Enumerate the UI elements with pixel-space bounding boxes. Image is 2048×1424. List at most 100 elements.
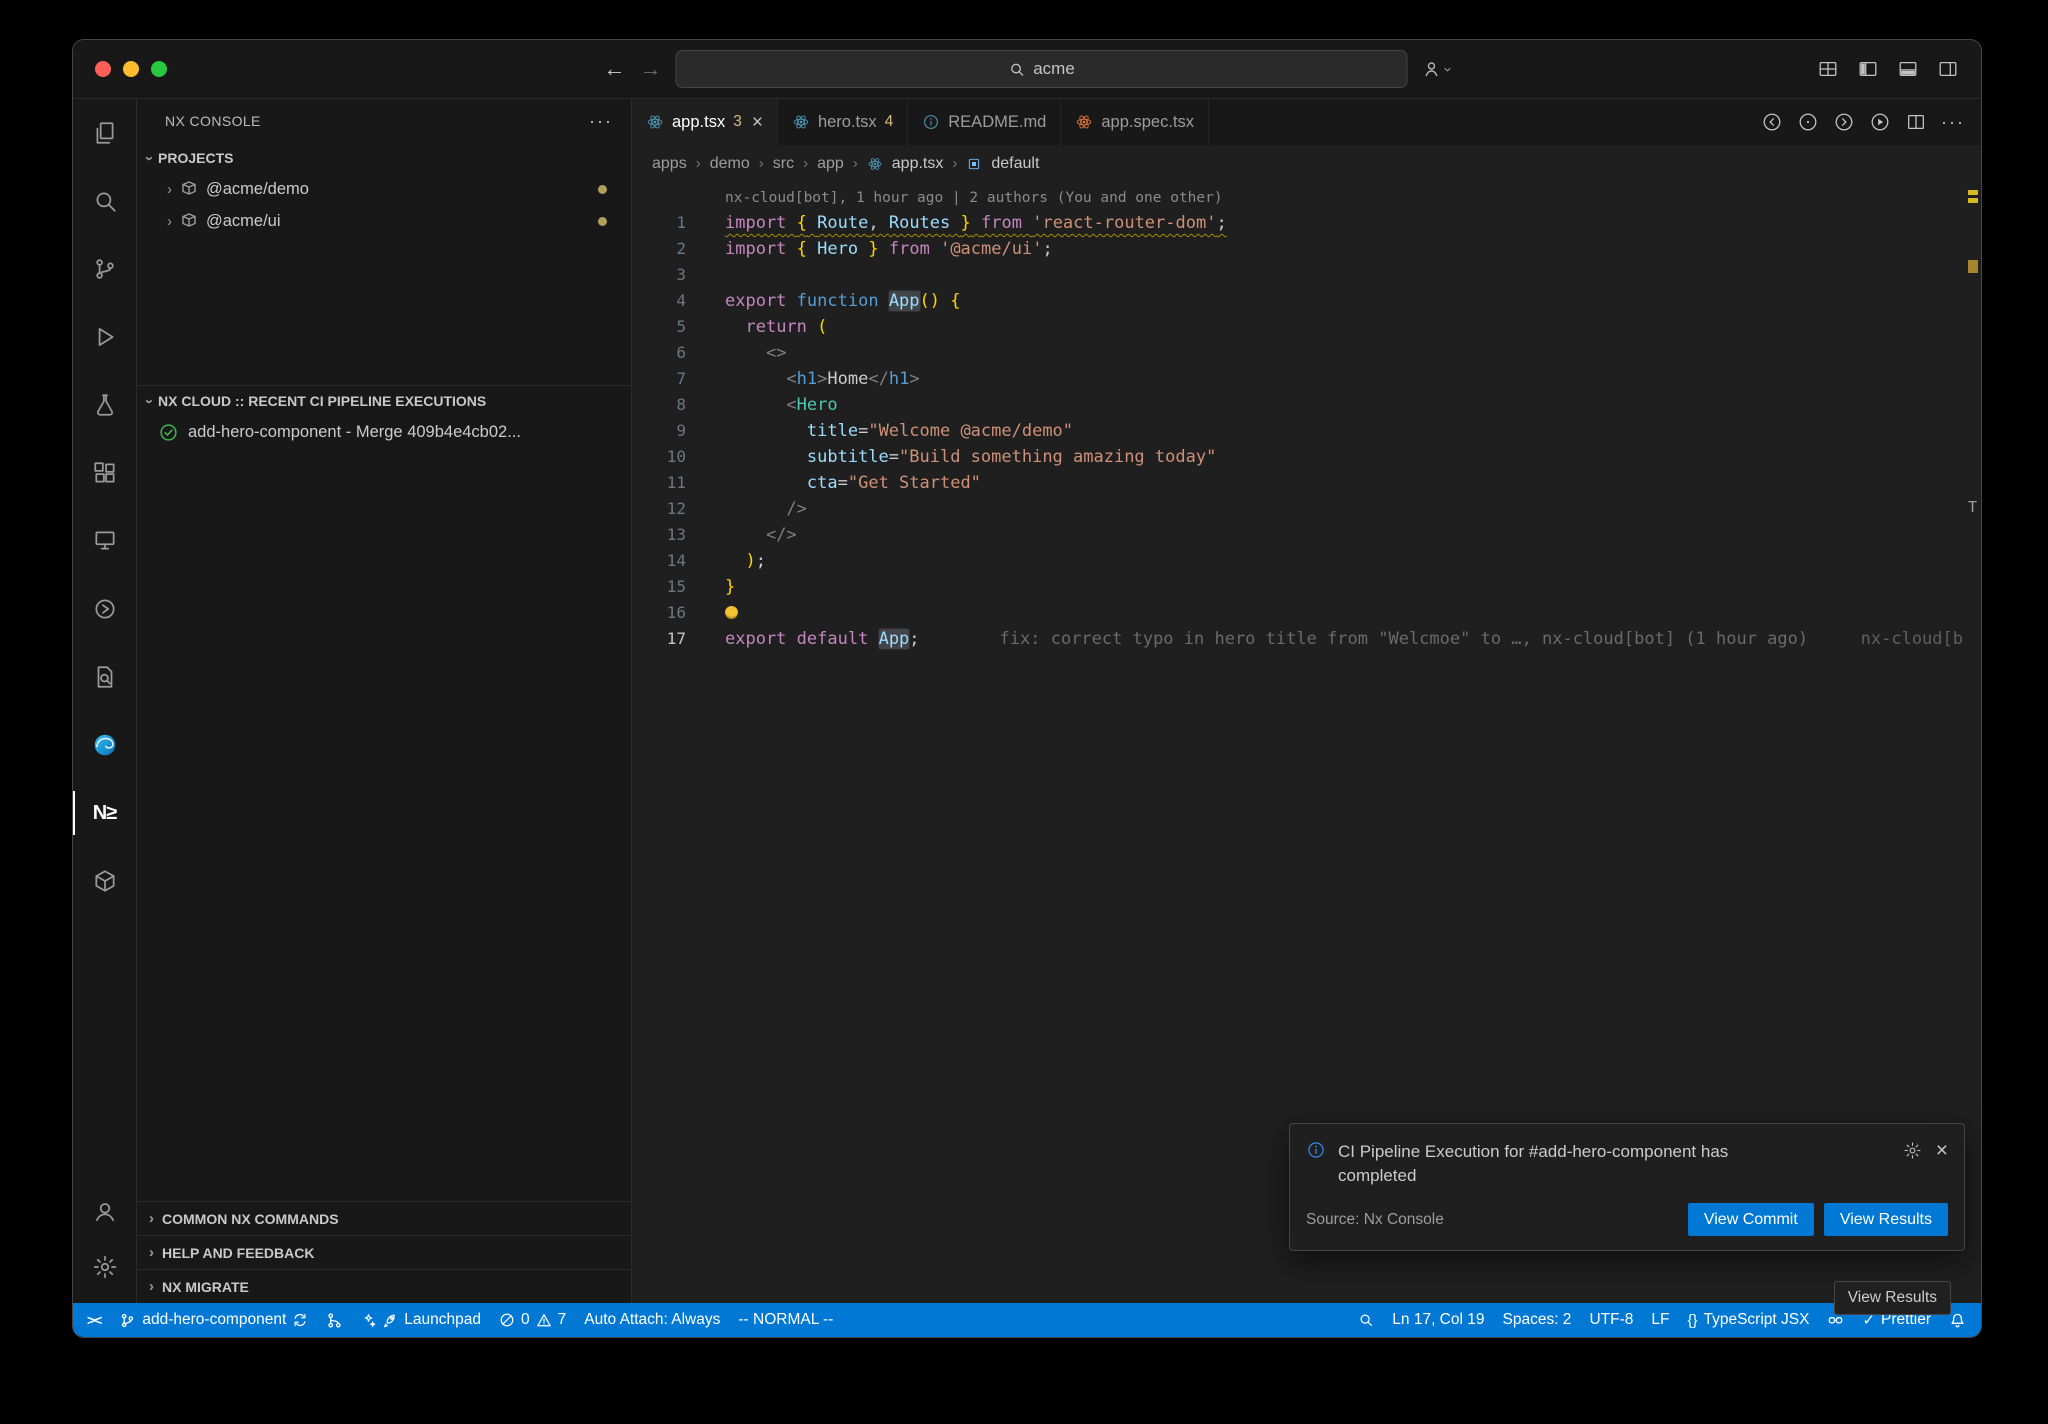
pipeline-execution-item[interactable]: add-hero-component - Merge 409b4e4cb02..… xyxy=(137,416,631,448)
sidebar-item-remote-explorer[interactable] xyxy=(73,507,136,575)
editor-group: app.tsx 3 × hero.tsx 4 README.md app.spe… xyxy=(632,99,1981,1303)
vim-mode-status[interactable]: -- NORMAL -- xyxy=(729,1303,842,1337)
common-nx-commands-section[interactable]: › COMMON NX COMMANDS xyxy=(137,1201,631,1235)
code-line[interactable]: 3 xyxy=(632,262,1981,288)
remote-indicator[interactable]: >< xyxy=(73,1303,110,1337)
close-tab-icon[interactable]: × xyxy=(752,113,763,132)
encoding-status[interactable]: UTF-8 xyxy=(1580,1311,1642,1329)
minimize-window-button[interactable] xyxy=(123,61,139,77)
next-change-icon[interactable] xyxy=(1833,111,1855,133)
sidebar-item-run-debug[interactable] xyxy=(73,303,136,371)
nx-cloud-section-header[interactable]: › NX CLOUD :: RECENT CI PIPELINE EXECUTI… xyxy=(137,385,631,416)
code-line[interactable]: 10 subtitle="Build something amazing tod… xyxy=(632,444,1981,470)
code-line[interactable]: 1import { Route, Routes } from 'react-ro… xyxy=(632,210,1981,236)
chevron-right-icon: › xyxy=(759,155,764,172)
run-file-icon[interactable] xyxy=(1869,111,1891,133)
navigate-back-icon[interactable]: ← xyxy=(604,58,626,80)
language-status[interactable]: {} TypeScript JSX xyxy=(1678,1311,1818,1329)
code-line[interactable]: 15} xyxy=(632,574,1981,600)
gear-icon xyxy=(92,1254,118,1280)
code-line[interactable]: 9 title="Welcome @acme/demo" xyxy=(632,418,1981,444)
gear-icon[interactable] xyxy=(1903,1141,1922,1160)
chevron-down-icon: › xyxy=(141,399,158,404)
cursor-position-status[interactable]: Ln 17, Col 19 xyxy=(1383,1311,1493,1329)
code-line[interactable]: 14 ); xyxy=(632,548,1981,574)
project-item-acme-ui[interactable]: › @acme/ui xyxy=(137,205,631,237)
account-button[interactable] xyxy=(73,1183,136,1239)
command-center-search[interactable]: acme xyxy=(676,50,1408,88)
help-and-feedback-section[interactable]: › HELP AND FEEDBACK xyxy=(137,1235,631,1269)
code-line[interactable]: 13 </> xyxy=(632,522,1981,548)
breadcrumb-item[interactable]: default xyxy=(991,155,1039,173)
git-blame-lens[interactable]: nx-cloud[bot], 1 hour ago | 2 authors (Y… xyxy=(632,186,1981,210)
tab-readme-md[interactable]: README.md xyxy=(908,99,1061,145)
commit-graph-status[interactable] xyxy=(317,1303,352,1337)
line-number: 7 xyxy=(632,366,686,392)
cube-icon xyxy=(92,868,118,894)
screencast-status[interactable] xyxy=(1344,1312,1383,1328)
code-line[interactable]: 11 cta="Get Started" xyxy=(632,470,1981,496)
sidebar-item-nx-console[interactable]: N≥ xyxy=(73,779,136,847)
sidebar-item-testing[interactable] xyxy=(73,371,136,439)
toggle-sidebar-left-icon[interactable] xyxy=(1857,58,1879,80)
code-line[interactable]: 6 <> xyxy=(632,340,1981,366)
customize-layout-icon[interactable] xyxy=(1817,58,1839,80)
code-line[interactable]: 12 /> xyxy=(632,496,1981,522)
project-item-acme-demo[interactable]: › @acme/demo xyxy=(137,173,631,205)
tab-app-spec-tsx[interactable]: app.spec.tsx xyxy=(1061,99,1209,145)
breadcrumb-item[interactable]: apps xyxy=(652,155,687,173)
sidebar-item-extensions[interactable] xyxy=(73,439,136,507)
sidebar-item-file-search[interactable] xyxy=(73,643,136,711)
tab-app-tsx[interactable]: app.tsx 3 × xyxy=(632,99,778,145)
braces-icon: {} xyxy=(1687,1312,1697,1329)
launchpad-status[interactable]: Launchpad xyxy=(352,1303,490,1337)
toggle-blame-icon[interactable] xyxy=(1797,111,1819,133)
code-line[interactable]: 17export default App;fix: correct typo i… xyxy=(632,626,1981,652)
eol-status[interactable]: LF xyxy=(1642,1311,1678,1329)
sidebar-item-search[interactable] xyxy=(73,167,136,235)
toggle-sidebar-right-icon[interactable] xyxy=(1937,58,1959,80)
more-actions-icon[interactable]: ··· xyxy=(1941,112,1965,133)
code-line[interactable]: 7 <h1>Home</h1> xyxy=(632,366,1981,392)
code-line[interactable]: 5 return ( xyxy=(632,314,1981,340)
breadcrumb-item[interactable]: app xyxy=(817,155,844,173)
breadcrumb-item[interactable]: app.tsx xyxy=(892,155,944,173)
view-results-button[interactable]: View Results xyxy=(1824,1203,1948,1236)
nx-migrate-section[interactable]: › NX MIGRATE xyxy=(137,1269,631,1303)
code-line[interactable]: 8 <Hero xyxy=(632,392,1981,418)
code-line[interactable]: 16 xyxy=(632,600,1981,626)
search-value: acme xyxy=(1033,59,1075,79)
close-icon[interactable]: × xyxy=(1936,1140,1948,1161)
source-control-icon xyxy=(92,256,118,282)
more-actions-icon[interactable]: ··· xyxy=(589,111,613,132)
sidebar-item-source-control[interactable] xyxy=(73,235,136,303)
code-line[interactable]: 4export function App() { xyxy=(632,288,1981,314)
navigate-forward-icon[interactable]: → xyxy=(640,58,662,80)
magnifier-icon xyxy=(1358,1312,1374,1328)
problems-status[interactable]: 0 7 xyxy=(490,1303,575,1337)
auto-attach-status[interactable]: Auto Attach: Always xyxy=(575,1303,729,1337)
code-line[interactable]: 2import { Hero } from '@acme/ui'; xyxy=(632,236,1981,262)
tab-hero-tsx[interactable]: hero.tsx 4 xyxy=(778,99,908,145)
split-editor-icon[interactable] xyxy=(1905,111,1927,133)
breadcrumb-item[interactable]: demo xyxy=(710,155,750,173)
line-number: 11 xyxy=(632,470,686,496)
view-commit-button[interactable]: View Commit xyxy=(1688,1203,1814,1236)
settings-button[interactable] xyxy=(73,1239,136,1295)
line-number: 5 xyxy=(632,314,686,340)
overview-ruler[interactable]: T xyxy=(1965,182,1981,1303)
sidebar-item-nx-cloud[interactable] xyxy=(73,575,136,643)
sidebar-item-containers[interactable] xyxy=(73,847,136,915)
maximize-window-button[interactable] xyxy=(151,61,167,77)
projects-section-header[interactable]: › PROJECTS xyxy=(137,143,631,173)
indentation-status[interactable]: Spaces: 2 xyxy=(1494,1311,1581,1329)
lightbulb-icon[interactable] xyxy=(725,606,738,619)
profiles-button[interactable]: › xyxy=(1422,58,1451,80)
toggle-panel-icon[interactable] xyxy=(1897,58,1919,80)
close-window-button[interactable] xyxy=(95,61,111,77)
sidebar-item-explorer[interactable] xyxy=(73,99,136,167)
branch-status[interactable]: add-hero-component xyxy=(110,1303,317,1337)
prev-change-icon[interactable] xyxy=(1761,111,1783,133)
breadcrumb-item[interactable]: src xyxy=(773,155,794,173)
sidebar-item-edge-devtools[interactable] xyxy=(73,711,136,779)
